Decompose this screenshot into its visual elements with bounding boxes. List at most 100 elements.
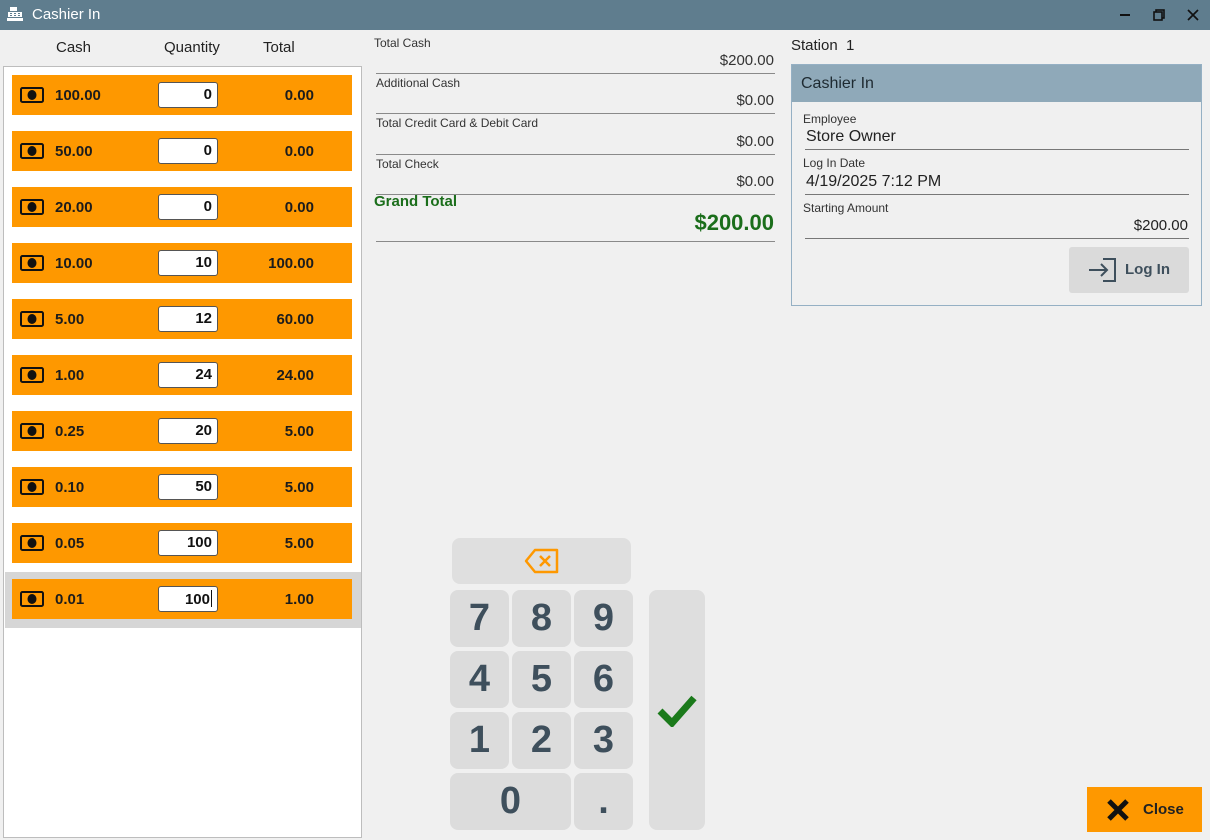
bill-icon <box>20 591 44 607</box>
denomination-value: 0.25 <box>55 423 85 440</box>
title-bar: Cashier In <box>0 0 1210 30</box>
divider <box>805 194 1189 195</box>
total-cash-value: $200.00 <box>719 52 774 69</box>
minimize-icon <box>1120 14 1130 16</box>
denomination-list[interactable]: 100.00 0 0.00 50.00 0 0.00 20.00 0 0.00 … <box>3 66 362 838</box>
employee-value: Store Owner <box>806 128 896 145</box>
row-total: 100.00 <box>268 255 314 272</box>
close-icon <box>1187 9 1199 21</box>
bill-icon <box>20 367 44 383</box>
restore-button[interactable] <box>1148 4 1170 26</box>
quantity-input[interactable]: 0 <box>158 82 218 108</box>
quantity-input[interactable]: 0 <box>158 194 218 220</box>
denomination-value: 0.01 <box>55 591 85 608</box>
keypad-5[interactable]: 5 <box>512 651 571 708</box>
divider <box>376 113 775 114</box>
bill-icon <box>20 423 44 439</box>
grand-total-value: $200.00 <box>694 210 774 235</box>
keypad-9[interactable]: 9 <box>574 590 633 647</box>
quantity-input[interactable]: 20 <box>158 418 218 444</box>
bill-icon <box>20 143 44 159</box>
keypad-2[interactable]: 2 <box>512 712 571 769</box>
additional-cash-label: Additional Cash <box>376 76 461 90</box>
denomination-value: 100.00 <box>55 87 101 104</box>
denomination-row[interactable]: 20.00 0 0.00 <box>12 187 352 227</box>
starting-amount-label: Starting Amount <box>803 201 889 215</box>
denomination-row[interactable]: 10.00 10 100.00 <box>12 243 352 283</box>
login-date-label: Log In Date <box>803 156 866 170</box>
column-header-total: Total <box>263 39 295 56</box>
quantity-input[interactable]: 100 <box>158 530 218 556</box>
keypad-8[interactable]: 8 <box>512 590 571 647</box>
divider <box>805 149 1189 150</box>
text-caret <box>211 590 212 607</box>
check-total-value: $0.00 <box>736 173 774 190</box>
denomination-row[interactable]: 1.00 24 24.00 <box>12 355 352 395</box>
login-date-value: 4/19/2025 7:12 PM <box>806 173 942 190</box>
check-total-label: Total Check <box>376 157 439 171</box>
additional-cash-value: $0.00 <box>736 92 774 109</box>
keypad-7[interactable]: 7 <box>450 590 509 647</box>
quantity-input[interactable]: 50 <box>158 474 218 500</box>
divider <box>376 73 775 74</box>
denomination-value: 20.00 <box>55 199 93 216</box>
bill-icon <box>20 479 44 495</box>
denomination-row[interactable]: 0.25 20 5.00 <box>12 411 352 451</box>
card-total-label: Total Credit Card & Debit Card <box>376 116 539 130</box>
column-header-cash: Cash <box>56 39 92 56</box>
denomination-row[interactable]: 5.00 12 60.00 <box>12 299 352 339</box>
quantity-value: 100 <box>184 591 210 608</box>
column-header-quantity: Quantity <box>164 39 220 56</box>
row-total: 5.00 <box>284 479 314 496</box>
window-title: Cashier In <box>32 6 101 23</box>
row-total: 1.00 <box>284 591 314 608</box>
backspace-key[interactable] <box>452 538 631 584</box>
denomination-value: 50.00 <box>55 143 93 160</box>
login-icon <box>1089 258 1116 282</box>
cashier-in-title: Cashier In <box>801 75 874 92</box>
cashier-in-header: Cashier In <box>792 65 1201 102</box>
station-text: Station <box>791 37 838 54</box>
quantity-input-active[interactable]: 100 <box>158 586 218 612</box>
keypad-4[interactable]: 4 <box>450 651 509 708</box>
denomination-row[interactable]: 0.10 50 5.00 <box>12 467 352 507</box>
log-in-button[interactable]: Log In <box>1069 247 1189 293</box>
keypad-decimal[interactable]: . <box>574 773 633 830</box>
quantity-input[interactable]: 24 <box>158 362 218 388</box>
denomination-row[interactable]: 0.05 100 5.00 <box>12 523 352 563</box>
total-cash-label: Total Cash <box>374 36 431 50</box>
denomination-value: 0.05 <box>55 535 85 552</box>
denomination-row[interactable]: 100.00 0 0.00 <box>12 75 352 115</box>
close-label: Close <box>1143 801 1184 818</box>
keypad-1[interactable]: 1 <box>450 712 509 769</box>
keypad-0[interactable]: 0 <box>450 773 571 830</box>
denomination-row[interactable]: 50.00 0 0.00 <box>12 131 352 171</box>
denomination-value: 5.00 <box>55 311 85 328</box>
denomination-row-selected[interactable]: 0.01 100 1.00 <box>12 579 352 619</box>
enter-key[interactable] <box>649 590 705 830</box>
grand-total-label: Grand Total <box>374 193 458 210</box>
row-total: 0.00 <box>284 143 314 160</box>
row-total: 0.00 <box>284 199 314 216</box>
divider <box>376 154 775 155</box>
checkmark-icon <box>657 695 697 727</box>
row-total: 5.00 <box>284 423 314 440</box>
close-button[interactable]: Close <box>1087 787 1202 832</box>
cashier-in-panel: Cashier In Employee Store Owner Log In D… <box>791 64 1202 306</box>
divider <box>805 238 1189 239</box>
window-close-button[interactable] <box>1182 4 1204 26</box>
minimize-button[interactable] <box>1114 4 1136 26</box>
quantity-input[interactable]: 10 <box>158 250 218 276</box>
row-total: 0.00 <box>284 87 314 104</box>
cash-register-icon <box>7 7 23 21</box>
keypad-6[interactable]: 6 <box>574 651 633 708</box>
denomination-value: 10.00 <box>55 255 93 272</box>
keypad-3[interactable]: 3 <box>574 712 633 769</box>
bill-icon <box>20 87 44 103</box>
row-total: 60.00 <box>276 311 314 328</box>
quantity-input[interactable]: 12 <box>158 306 218 332</box>
denomination-value: 1.00 <box>55 367 85 384</box>
divider <box>376 241 775 242</box>
row-total: 24.00 <box>276 367 314 384</box>
quantity-input[interactable]: 0 <box>158 138 218 164</box>
